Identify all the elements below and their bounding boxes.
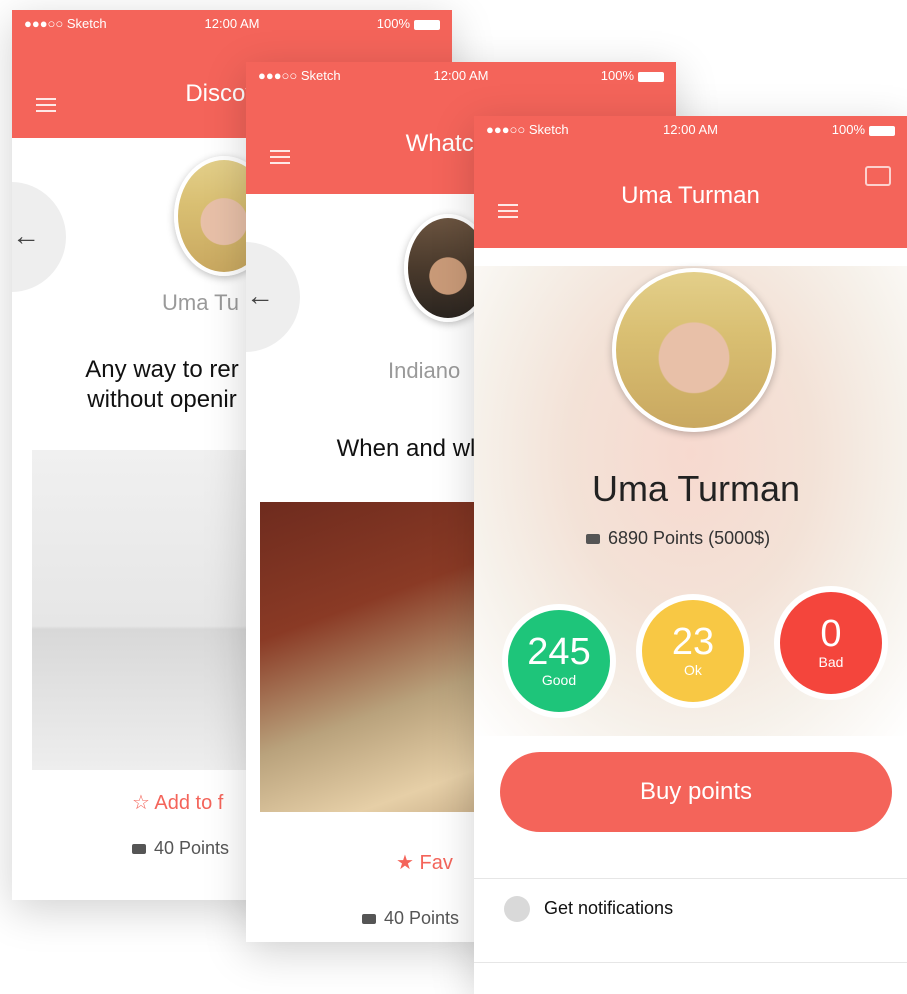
bad-count: 0 bbox=[820, 613, 842, 655]
profile-points: 6890 Points (5000$) bbox=[608, 528, 771, 548]
battery-icon bbox=[414, 19, 440, 30]
battery-icon bbox=[638, 71, 664, 82]
ok-stat-badge: 23 Ok bbox=[636, 594, 750, 708]
favorite-label: Add to f bbox=[154, 792, 224, 814]
status-bar: ●●●○○ Sketch 12:00 AM 100% bbox=[246, 62, 676, 88]
notifications-label: Get notifications bbox=[544, 897, 674, 918]
profile-name: Uma Turman bbox=[592, 468, 801, 509]
battery-indicator: 100% bbox=[832, 122, 895, 137]
status-bar: ●●●○○ Sketch 12:00 AM 100% bbox=[12, 10, 452, 36]
battery-icon bbox=[869, 125, 895, 136]
good-stat-badge: 245 Good bbox=[502, 604, 616, 718]
user-name: Indiano bbox=[388, 358, 461, 383]
favorite-label: Fav bbox=[419, 852, 453, 874]
notifications-row[interactable]: Get notifications bbox=[504, 896, 673, 922]
profile-points-row: 6890 Points (5000$) bbox=[586, 528, 770, 549]
back-arrow-icon: ← bbox=[12, 220, 40, 251]
question-text: Any way to rer without openir bbox=[85, 356, 239, 413]
favorite-button[interactable]: ★ Fav bbox=[396, 850, 453, 875]
battery-indicator: 100% bbox=[601, 68, 664, 83]
points-label-row: 40 Points bbox=[362, 908, 459, 929]
divider bbox=[474, 878, 907, 879]
good-label: Good bbox=[541, 672, 577, 688]
status-bar: ●●●○○ Sketch 12:00 AM 100% bbox=[474, 116, 907, 142]
buy-points-button[interactable]: Buy points bbox=[500, 752, 892, 832]
points-label: 40 Points bbox=[384, 908, 460, 928]
tag-icon bbox=[362, 914, 376, 925]
page-title: Uma Turman bbox=[621, 182, 760, 209]
star-icon: ☆ bbox=[132, 792, 150, 814]
star-icon: ★ bbox=[396, 852, 414, 874]
points-label-row: 40 Points bbox=[132, 838, 229, 859]
bad-label: Bad bbox=[818, 654, 844, 670]
profile-screen: ●●●○○ Sketch 12:00 AM 100% Uma Turman Um… bbox=[474, 116, 907, 994]
profile-avatar bbox=[612, 268, 776, 432]
tag-icon bbox=[586, 534, 600, 545]
back-button[interactable]: ← bbox=[12, 182, 66, 292]
battery-indicator: 100% bbox=[377, 16, 440, 31]
battery-label: 100% bbox=[831, 122, 865, 137]
divider bbox=[474, 962, 907, 963]
user-name: Uma Tu bbox=[162, 290, 240, 315]
add-to-favorites-button[interactable]: ☆ Add to f bbox=[132, 790, 223, 815]
ok-label: Ok bbox=[684, 662, 702, 678]
battery-label: 100% bbox=[600, 68, 634, 83]
battery-label: 100% bbox=[376, 16, 410, 31]
bad-stat-badge: 0 Bad bbox=[774, 586, 888, 700]
toggle-icon[interactable] bbox=[504, 896, 530, 922]
back-arrow-icon: ← bbox=[246, 280, 274, 311]
points-label: 40 Points bbox=[154, 838, 230, 858]
back-button[interactable]: ← bbox=[246, 242, 300, 352]
good-count: 245 bbox=[527, 631, 591, 673]
ok-count: 23 bbox=[671, 621, 715, 663]
profile-header: ●●●○○ Sketch 12:00 AM 100% Uma Turman bbox=[474, 116, 907, 248]
price-tag-icon[interactable] bbox=[865, 166, 891, 186]
tag-icon bbox=[132, 844, 146, 855]
